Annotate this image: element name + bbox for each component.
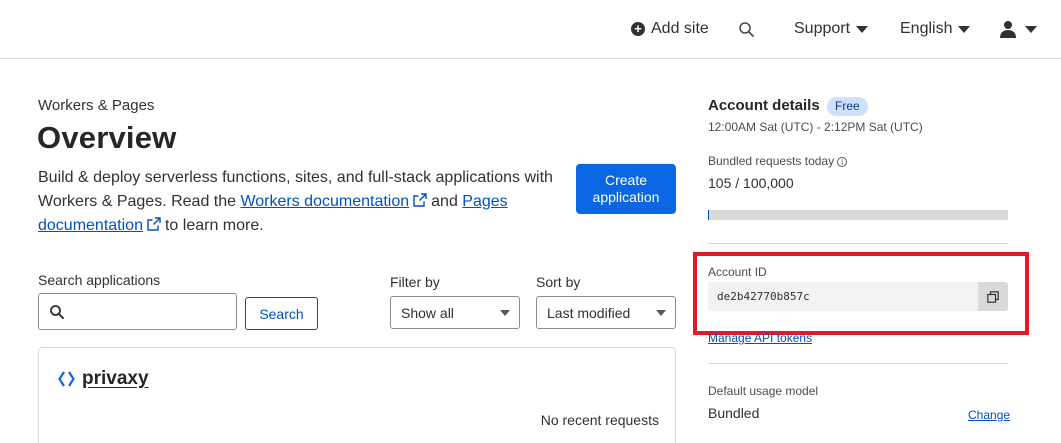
workers-logo-icon: [58, 371, 75, 387]
usage-model-value: Bundled: [708, 405, 760, 421]
application-status: No recent requests: [540, 412, 659, 428]
plus-circle-icon: +: [631, 22, 645, 36]
add-site-label: Add site: [651, 20, 709, 37]
external-link-icon: [413, 193, 427, 207]
caret-down-icon: [856, 26, 869, 33]
add-site-button[interactable]: + Add site: [631, 0, 709, 58]
chevron-down-icon: [656, 310, 666, 316]
bundled-requests-text: Bundled requests today: [708, 154, 835, 168]
sort-select[interactable]: Last modified: [536, 296, 676, 329]
user-icon: [1000, 21, 1016, 38]
language-menu[interactable]: English: [900, 0, 971, 58]
sort-value: Last modified: [547, 304, 631, 321]
bundled-requests-count: 105 / 100,000: [708, 175, 794, 191]
application-card: privaxy No recent requests: [38, 347, 676, 443]
support-label: Support: [794, 20, 851, 37]
usage-progress-bar: [708, 210, 1008, 220]
workers-documentation-link[interactable]: Workers documentation: [240, 193, 409, 210]
language-label: English: [900, 20, 953, 37]
user-menu[interactable]: [999, 0, 1037, 58]
manage-api-tokens-link[interactable]: Manage API tokens: [708, 331, 812, 345]
time-range: 12:00AM Sat (UTC) - 2:12PM Sat (UTC): [708, 120, 923, 134]
top-bar: + Add site Support English: [0, 0, 1061, 59]
divider: [708, 243, 1008, 244]
change-usage-model-link[interactable]: Change: [968, 408, 1010, 422]
page-title: Overview: [37, 120, 177, 155]
application-link[interactable]: privaxy: [58, 368, 149, 390]
description-and: and: [431, 193, 463, 210]
search-label: Search applications: [38, 272, 161, 288]
caret-down-icon: [1025, 26, 1037, 33]
info-icon[interactable]: i: [837, 157, 848, 167]
search-icon[interactable]: [738, 0, 755, 58]
caret-down-icon: [958, 26, 971, 33]
highlight-box: [693, 252, 1029, 335]
filter-select[interactable]: Show all: [390, 296, 520, 329]
filter-value: Show all: [401, 304, 454, 321]
support-menu[interactable]: Support: [794, 0, 869, 58]
application-name: privaxy: [82, 368, 149, 389]
usage-model-label: Default usage model: [708, 384, 819, 398]
breadcrumb: Workers & Pages: [38, 97, 155, 114]
search-input[interactable]: [71, 298, 231, 325]
bundled-requests-label: Bundled requests today i: [708, 154, 848, 168]
external-link-icon: [147, 217, 161, 231]
plan-badge: Free: [827, 97, 868, 116]
search-button[interactable]: Search: [245, 297, 318, 330]
search-field[interactable]: [38, 293, 237, 330]
page-description: Build & deploy serverless functions, sit…: [38, 166, 558, 238]
sort-label: Sort by: [536, 274, 581, 290]
description-end: to learn more.: [164, 217, 264, 234]
search-icon: [50, 305, 64, 319]
account-details-title: Account details: [708, 97, 820, 114]
divider: [708, 363, 1008, 364]
filter-label: Filter by: [390, 274, 440, 290]
create-application-button[interactable]: Create application: [576, 164, 676, 214]
chevron-down-icon: [500, 310, 510, 316]
